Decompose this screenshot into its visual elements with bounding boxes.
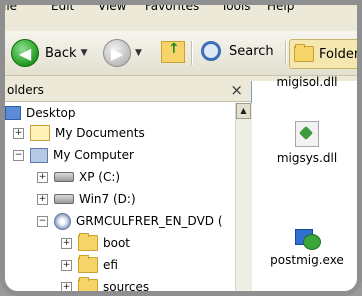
file-name: migsys.dll: [276, 151, 338, 165]
forward-button[interactable]: ▶ ▼: [103, 39, 142, 67]
menu-tools[interactable]: Tools: [221, 5, 251, 13]
explorer-window: ile Edit View Favorites Tools Help ◀ Bac…: [0, 0, 362, 296]
back-button[interactable]: ◀ Back ▼: [11, 39, 87, 67]
computer-icon: [30, 147, 48, 163]
folders-pane: olders × Desktop + My Documents − My Com…: [5, 81, 252, 294]
toolbar: ◀ Back ▼ ▶ ▼ ↑ Search Folders: [5, 31, 357, 76]
folders-pane-title: olders: [7, 83, 44, 97]
tree-item-label: boot: [103, 236, 131, 250]
expand-icon[interactable]: +: [61, 237, 72, 249]
toolbar-separator-2: [285, 41, 287, 65]
collapse-icon[interactable]: −: [13, 149, 24, 161]
dll-file-icon: [295, 121, 319, 147]
search-icon: [201, 41, 221, 61]
tree-item-efi[interactable]: + efi: [61, 255, 118, 275]
expand-icon[interactable]: +: [61, 281, 72, 291]
back-label: Back: [45, 45, 77, 61]
file-list-pane: migisol.dll migsys.dll postmig.exe: [252, 75, 357, 291]
folder-icon: [78, 233, 98, 251]
file-item[interactable]: migisol.dll: [252, 75, 357, 89]
tree-item-boot[interactable]: + boot: [61, 233, 130, 253]
file-name: migisol.dll: [276, 75, 338, 89]
folders-button[interactable]: Folders: [289, 39, 362, 69]
folder-icon: [78, 255, 98, 273]
folder-icon: [78, 277, 98, 291]
folders-icon: [294, 44, 314, 62]
tree-item-label: sources: [103, 280, 150, 294]
expand-icon[interactable]: +: [37, 171, 48, 183]
expand-icon[interactable]: +: [61, 259, 72, 271]
back-arrow-icon: ◀: [11, 39, 39, 67]
tree-item-desktop[interactable]: Desktop: [5, 103, 76, 123]
file-item[interactable]: migsys.dll: [252, 121, 357, 165]
tree-item-label: Desktop: [26, 106, 76, 120]
tree-item-label: My Documents: [55, 126, 145, 140]
folders-pane-header: olders ×: [5, 81, 251, 102]
forward-arrow-icon: ▶: [103, 39, 131, 67]
search-button[interactable]: Search: [201, 41, 274, 61]
hard-drive-icon: [54, 172, 74, 182]
file-name: postmig.exe: [270, 253, 344, 267]
up-folder-icon: ↑: [161, 41, 185, 63]
my-documents-icon: [30, 125, 50, 141]
desktop-icon: [5, 106, 21, 120]
tree-item-my-computer[interactable]: − My Computer: [13, 145, 134, 165]
exe-file-icon: [293, 227, 321, 250]
close-icon[interactable]: ×: [230, 81, 243, 99]
tree-item-label: Win7 (D:): [79, 192, 136, 206]
menu-view[interactable]: View: [98, 5, 126, 13]
search-label: Search: [229, 43, 274, 59]
tree-item-label: XP (C:): [79, 170, 121, 184]
menu-favorites[interactable]: Favorites: [145, 5, 199, 13]
folders-scrollbar[interactable]: ▲: [235, 103, 252, 291]
file-item[interactable]: postmig.exe: [252, 227, 357, 267]
toolbar-separator: [191, 41, 193, 65]
hard-drive-icon: [54, 194, 74, 204]
collapse-icon[interactable]: −: [37, 215, 48, 227]
menu-help[interactable]: Help: [267, 5, 294, 13]
dvd-drive-icon: [54, 212, 71, 230]
tree-item-label: My Computer: [53, 148, 134, 162]
tree-item-label: GRMCULFRER_EN_DVD (: [76, 214, 223, 228]
tree-item-drive-d[interactable]: + Win7 (D:): [37, 189, 136, 209]
expand-icon[interactable]: +: [13, 127, 24, 139]
scroll-up-arrow-icon[interactable]: ▲: [236, 103, 251, 119]
menu-edit[interactable]: Edit: [51, 5, 74, 13]
tree-item-my-documents[interactable]: + My Documents: [13, 123, 145, 143]
folder-tree: Desktop + My Documents − My Computer + X…: [5, 103, 235, 294]
tree-item-drive-c[interactable]: + XP (C:): [37, 167, 120, 187]
menu-file[interactable]: ile: [5, 5, 17, 13]
up-folder-button[interactable]: ↑: [161, 41, 185, 63]
back-dropdown-icon[interactable]: ▼: [81, 48, 88, 58]
expand-icon[interactable]: +: [37, 193, 48, 205]
tree-item-label: efi: [103, 258, 118, 272]
tree-item-dvd-drive[interactable]: − GRMCULFRER_EN_DVD (: [37, 211, 223, 231]
folders-label: Folders: [319, 46, 362, 62]
tree-item-sources[interactable]: + sources: [61, 277, 150, 294]
menu-bar: ile Edit View Favorites Tools Help: [5, 5, 357, 25]
forward-dropdown-icon[interactable]: ▼: [135, 48, 142, 58]
